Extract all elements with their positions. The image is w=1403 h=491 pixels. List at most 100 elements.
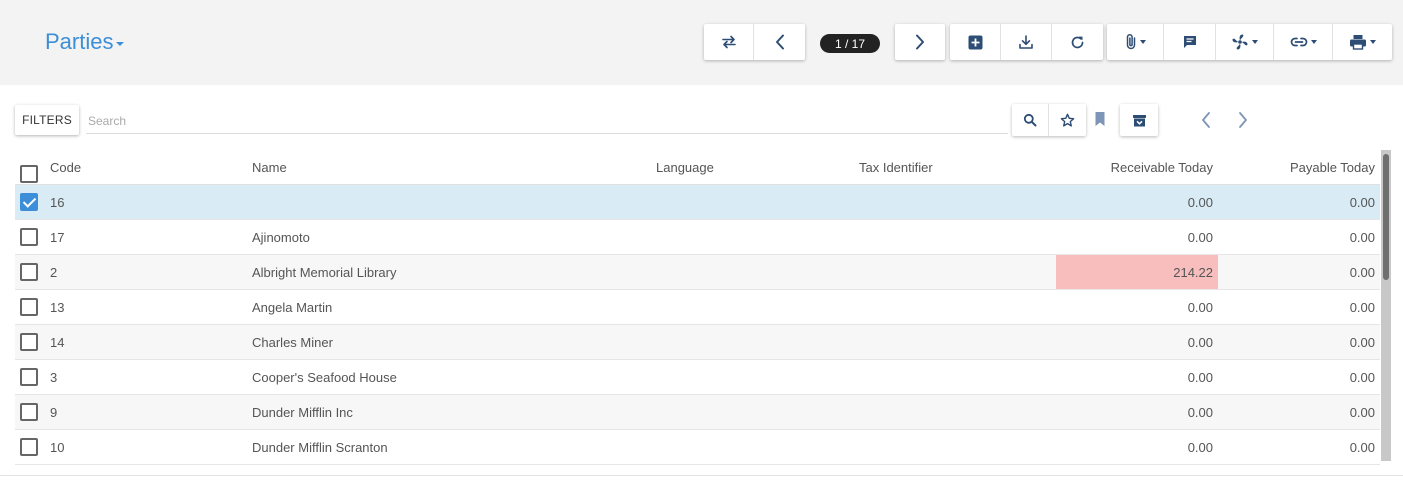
search-icon xyxy=(1023,113,1037,127)
relate-button[interactable] xyxy=(1274,24,1333,60)
bookmark-icon xyxy=(1095,112,1105,126)
bookmark-button[interactable] xyxy=(1094,111,1106,130)
record-position-badge: 1 / 17 xyxy=(820,34,880,53)
divider xyxy=(0,475,1403,476)
cell-code: 13 xyxy=(50,299,65,315)
cell-payable-today: 0.00 xyxy=(1349,369,1375,385)
cell-name: Angela Martin xyxy=(252,299,333,315)
filters-button[interactable]: FILTERS xyxy=(15,105,79,135)
note-icon xyxy=(1183,36,1196,48)
cell-name: Ajinomoto xyxy=(252,229,310,245)
action-button[interactable] xyxy=(1216,24,1274,60)
table-row[interactable]: 13 Angela Martin 0.00 0.00 xyxy=(15,290,1380,325)
cell-name: Dunder Mifflin Scranton xyxy=(252,439,388,455)
switch-view-icon xyxy=(721,35,736,49)
column-header-name[interactable]: Name xyxy=(252,150,287,184)
row-checkbox[interactable] xyxy=(20,403,38,421)
cell-receivable-today: 0.00 xyxy=(1187,369,1213,385)
cell-payable-today: 0.00 xyxy=(1349,439,1375,455)
previous-page-button[interactable] xyxy=(1200,110,1212,133)
table-row[interactable]: 17 Ajinomoto 0.00 0.00 xyxy=(15,220,1380,255)
cell-name: Albright Memorial Library xyxy=(252,264,397,280)
cell-code: 2 xyxy=(50,264,58,280)
cell-receivable-today: 214.22 xyxy=(1056,255,1218,289)
chevron-down-icon xyxy=(1139,40,1146,44)
reload-icon xyxy=(1071,36,1084,48)
column-header-receivable-today[interactable]: Receivable Today xyxy=(1056,150,1213,184)
table-row[interactable]: 14 Charles Miner 0.00 0.00 xyxy=(15,325,1380,360)
row-checkbox[interactable] xyxy=(20,263,38,281)
cell-code: 14 xyxy=(50,334,65,350)
reload-button[interactable] xyxy=(1052,24,1103,60)
cell-code: 3 xyxy=(50,369,58,385)
action-icon xyxy=(1232,34,1248,50)
next-record-icon xyxy=(916,34,924,50)
print-button[interactable] xyxy=(1333,24,1392,60)
page-title: Parties xyxy=(45,29,114,54)
cell-payable-today: 0.00 xyxy=(1349,299,1375,315)
table-row[interactable]: 10 Dunder Mifflin Scranton 0.00 0.00 xyxy=(15,430,1380,465)
cell-receivable-today: 0.00 xyxy=(1187,439,1213,455)
cell-payable-today: 0.00 xyxy=(1349,194,1375,210)
navigation-toolbar xyxy=(704,24,805,60)
record-actions-toolbar xyxy=(950,24,1103,60)
cell-name: Charles Miner xyxy=(252,334,333,350)
column-header-code[interactable]: Code xyxy=(50,150,81,184)
attachment-icon xyxy=(1126,33,1135,50)
previous-page-icon xyxy=(1202,112,1210,128)
cell-code: 16 xyxy=(50,194,65,210)
row-checkbox[interactable] xyxy=(20,228,38,246)
table-row[interactable]: 9 Dunder Mifflin Inc 0.00 0.00 xyxy=(15,395,1380,430)
archive-icon xyxy=(1132,114,1146,126)
previous-record-button[interactable] xyxy=(754,24,805,60)
chevron-down-icon xyxy=(1252,40,1258,44)
archive-button[interactable] xyxy=(1120,104,1158,136)
cell-code: 17 xyxy=(50,229,65,245)
select-all-checkbox[interactable] xyxy=(20,165,38,183)
save-button[interactable] xyxy=(1001,24,1052,60)
new-record-button[interactable] xyxy=(950,24,1001,60)
next-page-icon xyxy=(1239,112,1247,128)
cell-payable-today: 0.00 xyxy=(1349,264,1375,280)
cell-payable-today: 0.00 xyxy=(1349,229,1375,245)
cell-name: Cooper's Seafood House xyxy=(252,369,397,385)
chevron-down-icon xyxy=(1370,40,1376,44)
print-icon xyxy=(1350,35,1366,50)
switch-view-button[interactable] xyxy=(704,24,754,60)
search-actions xyxy=(1012,104,1086,136)
extra-actions-toolbar xyxy=(1107,24,1392,60)
row-checkbox[interactable] xyxy=(20,298,38,316)
row-checkbox[interactable] xyxy=(20,368,38,386)
next-toolbar xyxy=(895,24,945,60)
cell-name: Dunder Mifflin Inc xyxy=(252,404,353,420)
save-icon xyxy=(1019,35,1033,49)
column-header-payable-today[interactable]: Payable Today xyxy=(1218,150,1375,184)
table-row[interactable]: 3 Cooper's Seafood House 0.00 0.00 xyxy=(15,360,1380,395)
chevron-down-icon xyxy=(116,42,125,46)
top-bar: Parties 1 / 17 xyxy=(0,0,1403,85)
cell-receivable-today: 0.00 xyxy=(1187,229,1213,245)
parties-table: Code Name Language Tax Identifier Receiv… xyxy=(15,150,1380,465)
next-page-button[interactable] xyxy=(1237,110,1249,133)
table-header: Code Name Language Tax Identifier Receiv… xyxy=(15,150,1380,185)
search-button[interactable] xyxy=(1012,104,1049,136)
relate-icon xyxy=(1290,37,1307,47)
row-checkbox[interactable] xyxy=(20,438,38,456)
row-checkbox[interactable] xyxy=(20,193,38,211)
row-checkbox[interactable] xyxy=(20,333,38,351)
next-record-button[interactable] xyxy=(895,24,945,60)
column-header-tax-identifier[interactable]: Tax Identifier xyxy=(859,150,933,184)
search-input[interactable] xyxy=(86,108,1008,134)
scrollbar-thumb[interactable] xyxy=(1383,154,1389,280)
cell-receivable-today: 0.00 xyxy=(1187,194,1213,210)
new-record-icon xyxy=(968,35,982,49)
table-row[interactable]: 2 Albright Memorial Library 214.22 0.00 xyxy=(15,255,1380,290)
note-button[interactable] xyxy=(1164,24,1216,60)
cell-payable-today: 0.00 xyxy=(1349,404,1375,420)
attachment-button[interactable] xyxy=(1107,24,1164,60)
page-title-menu[interactable]: Parties xyxy=(45,29,125,55)
star-button[interactable] xyxy=(1049,104,1086,136)
table-row[interactable]: 16 0.00 0.00 xyxy=(15,185,1380,220)
star-icon xyxy=(1060,113,1075,127)
column-header-language[interactable]: Language xyxy=(656,150,714,184)
